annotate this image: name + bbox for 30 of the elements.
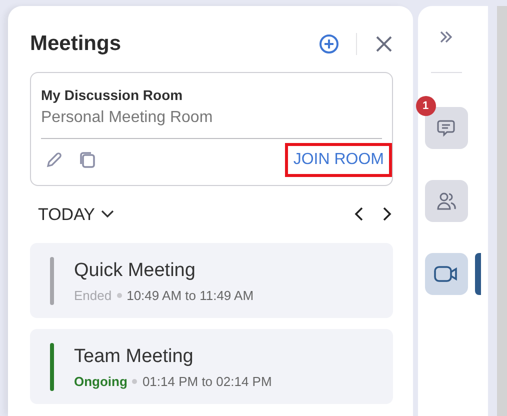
copy-icon[interactable] [79, 150, 96, 168]
meeting-time: 01:14 PM to 02:14 PM [142, 372, 272, 390]
close-icon[interactable] [375, 34, 393, 53]
people-icon [435, 190, 457, 212]
unread-count: 1 [416, 96, 436, 116]
chat-icon [436, 118, 456, 138]
add-icon[interactable] [318, 32, 340, 55]
active-indicator [474, 253, 480, 295]
join-room-button[interactable]: JOIN ROOM [285, 142, 392, 176]
video-icon [433, 264, 459, 284]
meeting-status: Ongoing [74, 372, 128, 391]
next-icon[interactable] [381, 206, 393, 222]
meeting-title: Quick Meeting [74, 259, 196, 283]
scrollbar[interactable] [497, 6, 507, 416]
chat-button[interactable] [424, 107, 468, 149]
expand-icon[interactable] [439, 30, 453, 44]
meeting-time: 10:49 AM to 11:49 AM [126, 286, 254, 304]
people-button[interactable] [424, 180, 468, 222]
panel-title: Meetings [30, 31, 122, 57]
caret-icon [101, 210, 114, 218]
meeting-card[interactable]: Quick Meeting Ended 10:49 AM to 11:49 AM [30, 243, 393, 318]
room-subtitle: Personal Meeting Room [41, 108, 214, 128]
meeting-title: Team Meeting [74, 345, 194, 369]
meeting-card[interactable]: Team Meeting Ongoing 01:14 PM to 02:14 PM [30, 329, 393, 404]
pencil-icon[interactable] [45, 150, 63, 168]
video-button[interactable] [424, 253, 468, 295]
day-dropdown[interactable]: TODAY [38, 202, 114, 227]
previous-icon[interactable] [353, 206, 365, 222]
meeting-status: Ended [74, 286, 112, 304]
room-name: My Discussion Room [41, 86, 184, 105]
